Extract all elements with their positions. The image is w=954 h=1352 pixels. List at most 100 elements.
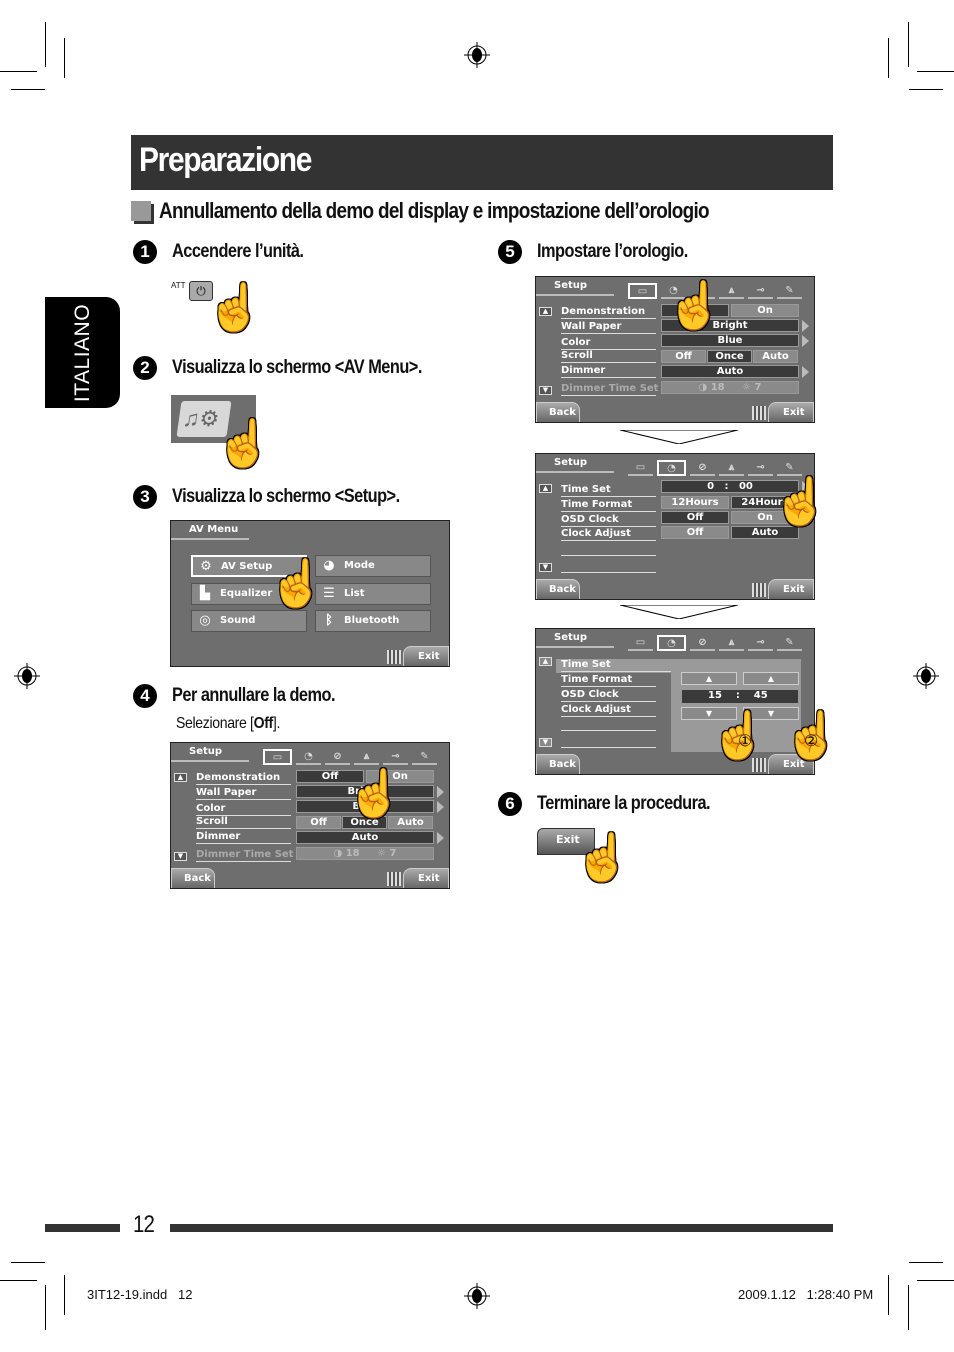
option-off[interactable]: Off: [661, 526, 729, 539]
back-button[interactable]: Back: [536, 579, 580, 599]
grip-handle[interactable]: [387, 872, 401, 886]
input-icon[interactable]: ⊸: [383, 749, 408, 765]
option-off[interactable]: Off: [661, 350, 706, 363]
option-auto[interactable]: Auto: [753, 350, 798, 363]
step-number: 2: [133, 356, 157, 380]
exit-button[interactable]: Exit: [768, 402, 814, 422]
step-number: 5: [498, 240, 522, 264]
print-timestamp: 2009.1.12 1:28:40 PM: [738, 1287, 874, 1302]
scroll-up-button[interactable]: ▲: [539, 657, 552, 666]
chevron-right-icon[interactable]: [802, 335, 809, 347]
back-button[interactable]: Back: [536, 402, 580, 422]
pointing-hand-icon: ☝: [666, 279, 724, 331]
step-3: 3 Visualizza lo schermo <Setup>.: [133, 485, 437, 509]
input-icon[interactable]: ⊸: [748, 635, 773, 651]
clock-icon[interactable]: ◔: [296, 749, 321, 765]
scroll-down-button[interactable]: ▼: [539, 738, 552, 747]
exit-button[interactable]: Exit: [768, 579, 814, 599]
pointing-hand-icon: ☝: [206, 281, 264, 333]
minute-up-button[interactable]: ▲: [743, 672, 799, 685]
step-text: Per annullare la demo.: [172, 685, 336, 706]
chevron-right-icon[interactable]: [437, 832, 444, 844]
display-icon[interactable]: ▭: [263, 749, 292, 765]
input-icon[interactable]: ⊸: [748, 283, 773, 299]
chevron-right-icon[interactable]: [802, 320, 809, 332]
footer-bar: [170, 1224, 833, 1232]
display-icon[interactable]: ▭: [628, 635, 653, 651]
wrench-icon[interactable]: ✎: [777, 283, 802, 299]
scroll-down-button[interactable]: ▼: [539, 563, 552, 572]
exit-button[interactable]: Exit: [403, 646, 449, 666]
dimmer-value[interactable]: Auto: [296, 831, 434, 844]
row-label: Time Set: [561, 659, 671, 672]
chevron-right-icon[interactable]: [802, 366, 809, 378]
step-subtext: Selezionare [Off].: [176, 715, 281, 732]
disc-icon[interactable]: ⊘: [325, 749, 350, 765]
step-number: 3: [133, 485, 157, 509]
chevron-right-icon[interactable]: [437, 801, 444, 813]
option-on[interactable]: On: [731, 304, 799, 317]
crop-mark: [11, 89, 45, 90]
registration-mark-icon: [913, 663, 939, 689]
crop-mark: [64, 38, 65, 78]
disc-icon[interactable]: ⊘: [690, 635, 715, 651]
input-icon[interactable]: ⊸: [748, 460, 773, 476]
grip-handle[interactable]: [752, 406, 766, 420]
registration-mark-icon: [464, 42, 490, 68]
antenna-icon[interactable]: ⩓: [719, 635, 744, 651]
pointing-hand-icon: ☝: [574, 831, 632, 883]
moon-icon: ◑: [333, 848, 343, 859]
scroll-down-button[interactable]: ▼: [174, 852, 187, 861]
menu-item-bluetooth[interactable]: ᛒ Bluetooth: [315, 610, 431, 632]
row-label: Time Format: [561, 499, 656, 512]
sun-icon: ☼: [742, 382, 752, 393]
scroll-up-button[interactable]: ▲: [539, 307, 552, 316]
wrench-icon[interactable]: ✎: [777, 460, 802, 476]
grip-handle[interactable]: [387, 650, 401, 664]
footer-bar: [45, 1224, 120, 1232]
gear-icon: ⚙: [200, 559, 212, 574]
step-text: Visualizza lo schermo <AV Menu>.: [172, 357, 422, 378]
option-12hours[interactable]: 12Hours: [661, 496, 729, 509]
option-off[interactable]: Off: [661, 511, 729, 524]
grip-handle[interactable]: [752, 583, 766, 597]
wrench-icon[interactable]: ✎: [412, 749, 437, 765]
option-once[interactable]: Once: [707, 350, 752, 363]
antenna-icon[interactable]: ⩓: [354, 749, 379, 765]
display-icon[interactable]: ▭: [628, 283, 657, 299]
equalizer-icon: ▙: [200, 586, 210, 601]
hour-up-button[interactable]: ▲: [681, 672, 737, 685]
row-label: Time Set: [561, 484, 656, 497]
row-label: Color: [561, 337, 656, 350]
back-button[interactable]: Back: [536, 754, 580, 774]
scroll-down-button[interactable]: ▼: [539, 386, 552, 395]
option-auto[interactable]: Auto: [731, 526, 799, 539]
language-tab: ITALIANO: [45, 297, 120, 408]
option-off[interactable]: Off: [296, 816, 341, 829]
color-value[interactable]: Blue: [661, 334, 799, 347]
crop-mark: [0, 71, 37, 72]
exit-button[interactable]: Exit: [403, 868, 449, 888]
disc-icon[interactable]: ⊘: [690, 460, 715, 476]
display-icon[interactable]: ▭: [628, 460, 653, 476]
crop-mark: [909, 89, 943, 90]
clock-icon[interactable]: ◔: [657, 635, 686, 651]
menu-item-sound[interactable]: ◎ Sound: [191, 610, 307, 632]
chevron-right-icon[interactable]: [437, 786, 444, 798]
row-label: Wall Paper: [561, 321, 656, 334]
registration-mark-icon: [14, 663, 40, 689]
clock-icon[interactable]: ◔: [657, 460, 686, 476]
menu-item-mode[interactable]: ◕ Mode: [315, 555, 431, 577]
wrench-icon[interactable]: ✎: [777, 635, 802, 651]
file-info: 3IT12-19.indd 12: [87, 1287, 193, 1302]
crop-mark: [888, 38, 889, 78]
back-button[interactable]: Back: [171, 868, 215, 888]
scroll-up-button[interactable]: ▲: [539, 484, 552, 493]
crop-mark: [64, 1275, 65, 1315]
row-label: [561, 561, 656, 573]
dimmer-value[interactable]: Auto: [661, 365, 799, 378]
hours-value: 15: [708, 690, 722, 701]
scroll-up-button[interactable]: ▲: [174, 773, 187, 782]
antenna-icon[interactable]: ⩓: [719, 460, 744, 476]
menu-item-list[interactable]: ☰ List: [315, 583, 431, 605]
